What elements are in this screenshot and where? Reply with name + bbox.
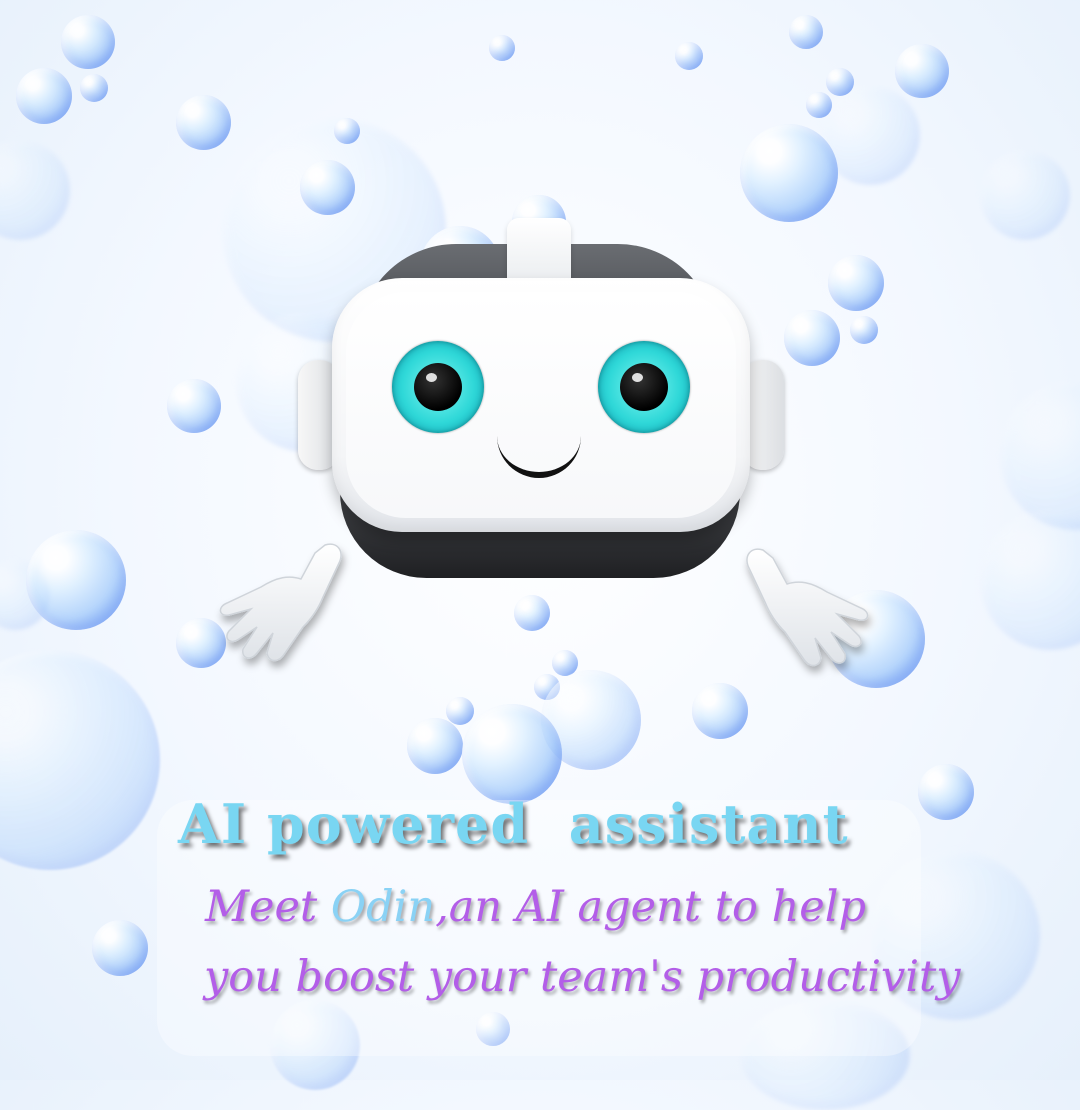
subtitle-line-1-pre: Meet (205, 882, 331, 932)
right-hand-icon (746, 548, 869, 667)
assistant-name: Odin (330, 882, 436, 932)
headline: AI powered assistant (178, 792, 849, 856)
subtitle-line-1-post: ,an AI agent to help (435, 882, 866, 932)
subtitle-line-2: you boost your team's productivity (204, 952, 961, 1002)
left-hand-icon (219, 543, 342, 662)
subtitle-line-1: Meet Odin,an AI agent to help (205, 882, 866, 932)
right-eye-icon (598, 341, 690, 433)
left-eye-icon (392, 341, 484, 433)
